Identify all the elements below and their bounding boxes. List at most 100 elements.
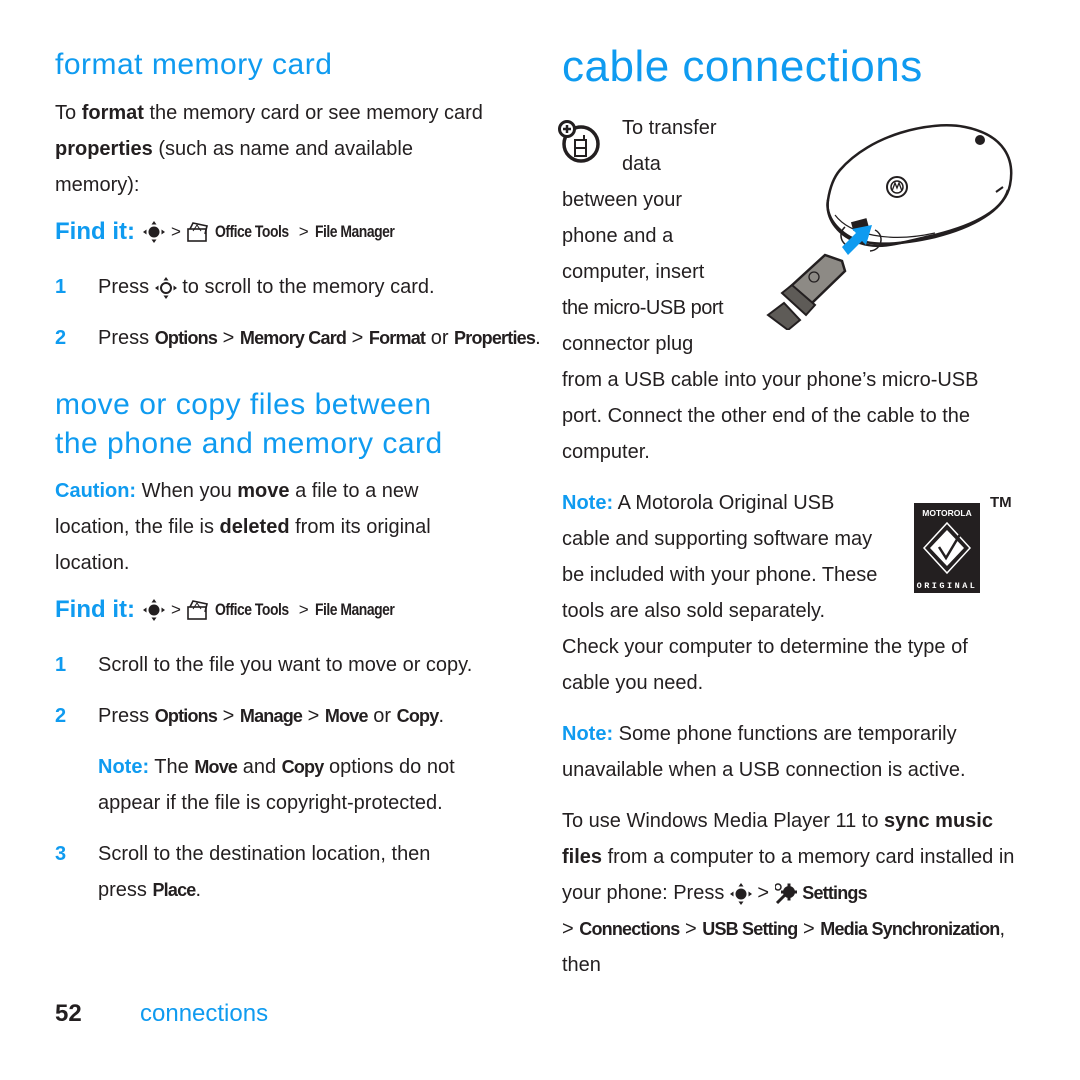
step-text: Scroll to the destination location, then… xyxy=(98,836,475,908)
find-it-path-2: Find it: > Office Tools > File Manager xyxy=(55,596,411,624)
section-name: connections xyxy=(140,1000,269,1027)
bold-term: format xyxy=(81,102,144,124)
note-label: Note: xyxy=(562,492,614,514)
step-number: 1 xyxy=(55,276,67,298)
note-text: Some phone functions are temporarily una… xyxy=(562,723,966,781)
text: Press xyxy=(98,327,155,349)
nav-key-icon xyxy=(142,599,165,621)
text: or xyxy=(367,705,397,727)
find-it-label: Find it: xyxy=(55,596,135,623)
usb-plug xyxy=(766,253,847,330)
menu-copy: Copy xyxy=(396,706,440,726)
note-line: tools are also sold separately. xyxy=(562,600,826,622)
menu-copy: Copy xyxy=(281,757,325,777)
text: the memory card or see memory card xyxy=(143,102,483,124)
separator: > xyxy=(170,600,181,619)
text: to scroll to the memory card. xyxy=(176,276,435,298)
check-cable-text: Check your computer to determine the typ… xyxy=(562,636,968,694)
move-copy-heading: move or copy files between the phone and… xyxy=(55,385,443,463)
menu-settings: Settings xyxy=(802,883,867,903)
office-tools-icon xyxy=(187,222,208,242)
path-office-tools: Office Tools xyxy=(214,600,289,619)
trademark-mark: TM xyxy=(990,494,1012,511)
note-line: be included with your phone. These xyxy=(562,564,878,586)
settings-icon xyxy=(773,882,797,904)
path-file-manager: File Manager xyxy=(314,222,395,241)
logo-bottom-text: ORIGINAL xyxy=(917,581,978,591)
menu-move: Move xyxy=(324,706,369,726)
separator: > xyxy=(170,222,181,241)
breadcrumb: > Office Tools > File Manager xyxy=(142,221,411,243)
intro-line: phone and a xyxy=(562,225,674,247)
sync-paragraph: To use Windows Media Player 11 to sync m… xyxy=(562,810,1015,976)
move-step-1: 1 Scroll to the file you want to move or… xyxy=(55,647,525,683)
note-label: Note: xyxy=(562,723,614,745)
separator: > xyxy=(217,705,240,727)
caution-paragraph: Caution: When you move a file to a new l… xyxy=(55,473,485,581)
phone-tip-icon xyxy=(558,120,600,163)
step-text: Scroll to the file you want to move or c… xyxy=(98,654,473,676)
logo-top-text: MOTOROLA xyxy=(922,508,971,518)
text: The xyxy=(149,756,195,778)
text: To use Windows Media Player 11 to xyxy=(562,810,885,832)
menu-options: Options xyxy=(154,706,218,726)
intro-line: computer, insert xyxy=(562,261,705,283)
text: To xyxy=(55,102,82,124)
note-line: A Motorola Original USB xyxy=(613,492,835,514)
menu-usb-setting: USB Setting xyxy=(702,919,798,939)
intro-line: between your xyxy=(562,189,683,211)
usb-cable-illustration xyxy=(766,124,1013,330)
menu-place: Place xyxy=(152,880,196,900)
intro-line: To transfer xyxy=(622,117,717,139)
heading-line: move or copy files between xyxy=(55,388,432,421)
bold-term: deleted xyxy=(219,516,290,538)
cable-connections-heading: cable connections xyxy=(562,42,923,91)
nav-key-icon xyxy=(142,221,165,243)
step-number: 1 xyxy=(55,654,67,676)
note-label: Note: xyxy=(98,756,150,778)
move-step-2: 2 Press Options > Manage > Move or Copy. xyxy=(55,698,525,734)
step-number: 2 xyxy=(55,705,67,727)
step-text: Press Options > Manage > Move or Copy. xyxy=(98,698,444,734)
menu-memory-card: Memory Card xyxy=(239,328,347,348)
bold-term: move xyxy=(237,480,290,502)
menu-manage: Manage xyxy=(239,706,303,726)
text: . xyxy=(195,879,202,901)
menu-format: Format xyxy=(368,328,426,348)
step-text: Press to scroll to the memory card. xyxy=(98,269,435,305)
separator: > xyxy=(298,222,309,241)
find-it-label: Find it: xyxy=(55,218,135,245)
move-step-3: 3 Scroll to the destination location, th… xyxy=(55,836,475,908)
move-note: Note: The Move and Copy options do not a… xyxy=(98,749,498,821)
breadcrumb: > Office Tools > File Manager xyxy=(142,599,411,621)
text: When you xyxy=(136,480,238,502)
intro-continuation: from a USB cable into your phone’s micro… xyxy=(562,369,979,463)
format-step-1: 1 Press to scroll to the memory card. xyxy=(55,269,515,305)
separator: > xyxy=(302,705,325,727)
format-memory-card-heading: format memory card xyxy=(55,48,333,81)
page-number: 52 xyxy=(55,1000,82,1027)
path-file-manager: File Manager xyxy=(314,600,395,619)
nav-key-icon xyxy=(729,882,752,905)
separator: > xyxy=(298,600,309,619)
text: and xyxy=(237,756,282,778)
bold-term: properties xyxy=(55,138,153,160)
intro-line: data xyxy=(622,153,661,175)
office-tools-icon xyxy=(187,600,208,620)
step-number: 2 xyxy=(55,327,67,349)
text: Scroll to the destination location, then… xyxy=(98,843,431,901)
nav-key-outline-icon xyxy=(154,276,177,299)
note-line: cable and supporting software may xyxy=(562,528,873,550)
text: or xyxy=(425,327,455,349)
menu-move: Move xyxy=(194,757,238,777)
separator: > xyxy=(346,327,369,349)
caution-label: Caution: xyxy=(55,480,137,502)
find-it-path: Find it: > Office Tools > File Manager xyxy=(55,218,411,246)
text: Press xyxy=(98,276,155,298)
menu-properties: Properties xyxy=(454,328,536,348)
heading-line: the phone and memory card xyxy=(55,427,443,460)
format-intro: To format the memory card or see memory … xyxy=(55,95,495,203)
path-office-tools: Office Tools xyxy=(214,222,289,241)
format-step-2: 2 Press Options > Memory Card > Format o… xyxy=(55,320,541,356)
text: . xyxy=(438,705,444,727)
